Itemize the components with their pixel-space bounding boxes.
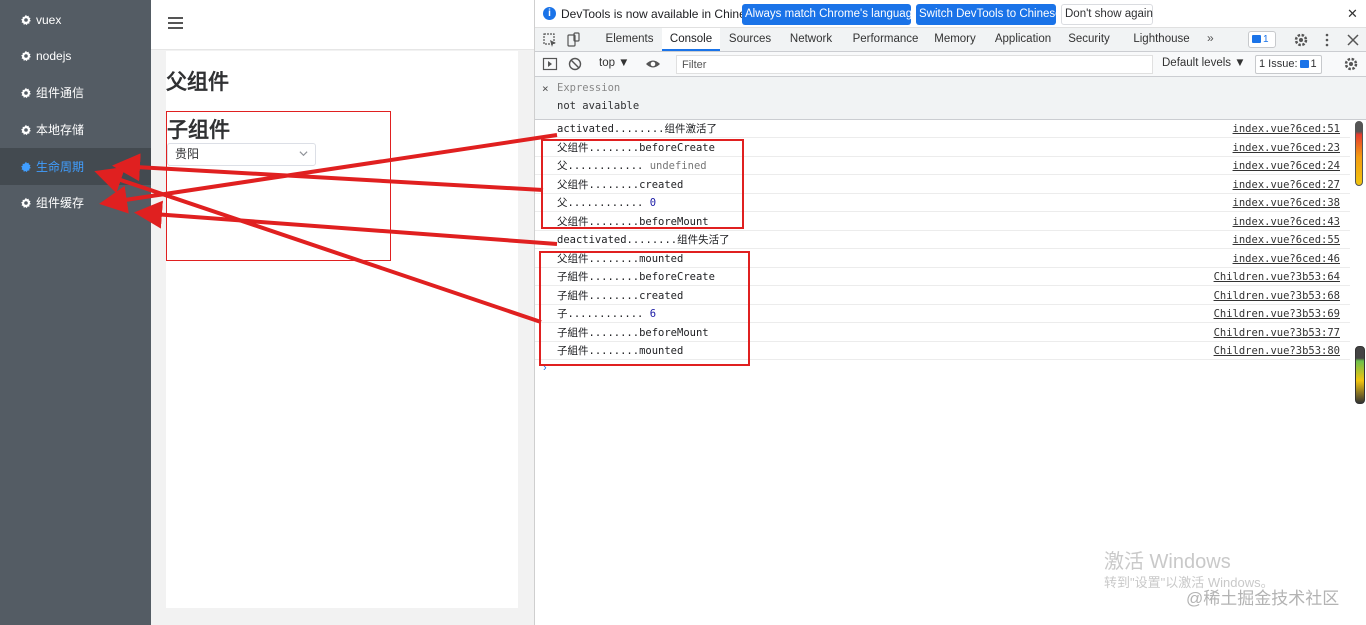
gear-icon: [21, 14, 31, 25]
context-select[interactable]: top ▼: [599, 57, 630, 69]
sidebar-item-label: 组件通信: [36, 86, 85, 100]
log-source-link[interactable]: index.vue?6ced:24: [1233, 157, 1340, 175]
clear-console-icon[interactable]: [567, 56, 583, 72]
sidebar-menu: vuex nodejs 组件通信本地存储生命周期组件缓存: [0, 0, 151, 625]
scroll-marker-top[interactable]: [1355, 121, 1363, 186]
console-settings-icon[interactable]: [1343, 56, 1359, 72]
dont-show-again-button[interactable]: Don't show again: [1061, 4, 1153, 25]
expression-value: not available: [557, 100, 640, 112]
console-log-row: deactivated........组件失活了 index.vue?6ced:5…: [535, 231, 1350, 249]
chevron-down-icon: [299, 151, 308, 157]
switch-devtools-chinese-button[interactable]: Switch DevTools to Chinese: [916, 4, 1062, 25]
settings-gear-icon[interactable]: [1293, 32, 1309, 48]
log-source-link[interactable]: index.vue?6ced:27: [1233, 176, 1340, 194]
log-source-link[interactable]: Children.vue?3b53:64: [1214, 268, 1340, 286]
log-source-link[interactable]: Children.vue?3b53:80: [1214, 342, 1340, 360]
log-source-link[interactable]: Children.vue?3b53:68: [1214, 287, 1340, 305]
hamburger-icon[interactable]: [168, 17, 183, 29]
tab-memory[interactable]: Memory: [927, 28, 983, 51]
gear-icon: [21, 87, 31, 98]
log-source-link[interactable]: Children.vue?3b53:69: [1214, 305, 1340, 323]
log-source-link[interactable]: index.vue?6ced:23: [1233, 139, 1340, 157]
annotation-box-parent-hooks: [541, 139, 744, 229]
sidebar-item-label: 组件缓存: [36, 196, 85, 210]
tab-lighthouse[interactable]: Lighthouse: [1129, 28, 1194, 51]
sidebar-item[interactable]: vuex: [0, 1, 151, 38]
console-toolbar: top ▼ Default levels ▼ 1 Issue:1: [535, 52, 1366, 77]
devtools-language-banner: i DevTools is now available in Chinese! …: [535, 0, 1366, 28]
city-select-value: 贵阳: [175, 147, 200, 161]
gear-icon: [21, 50, 31, 61]
log-source-link[interactable]: Children.vue?3b53:77: [1214, 324, 1340, 342]
expression-label[interactable]: Expression: [557, 82, 620, 94]
city-select[interactable]: 贵阳: [167, 143, 316, 166]
always-match-language-button[interactable]: Always match Chrome's language: [742, 4, 919, 25]
gear-icon: [21, 161, 31, 172]
log-source-link[interactable]: index.vue?6ced:43: [1233, 213, 1340, 231]
log-levels-dropdown[interactable]: Default levels ▼: [1162, 57, 1246, 69]
banner-text: DevTools is now available in Chinese!: [561, 7, 762, 21]
sidebar-item[interactable]: nodejs: [0, 37, 151, 74]
devtools-tab-bar: Elements Console Sources Network Performance…: [535, 28, 1366, 52]
log-source-link[interactable]: index.vue?6ced:46: [1233, 250, 1340, 268]
sidebar-item[interactable]: 组件通信: [0, 74, 151, 111]
close-devtools-icon[interactable]: [1345, 32, 1361, 48]
more-options-icon[interactable]: [1319, 32, 1335, 48]
live-expression-eye-icon[interactable]: [645, 56, 661, 72]
sidebar-item-label: 本地存储: [36, 123, 85, 137]
tab-application[interactable]: Application: [987, 28, 1059, 51]
live-expression-panel: × Expression not available: [535, 77, 1366, 120]
tab-security[interactable]: Security: [1061, 28, 1117, 51]
tab-performance[interactable]: Performance: [844, 28, 927, 51]
device-toolbar-icon[interactable]: [565, 32, 581, 48]
tab-elements[interactable]: Elements: [601, 28, 658, 51]
filter-input[interactable]: [676, 55, 1153, 74]
log-message: deactivated........组件失活了: [557, 234, 730, 246]
sidebar-item[interactable]: 生命周期: [0, 148, 151, 185]
app-header: [151, 0, 534, 50]
banner-close-icon[interactable]: ✕: [1347, 6, 1358, 22]
log-source-link[interactable]: index.vue?6ced:55: [1233, 231, 1340, 249]
sidebar-item-label: vuex: [36, 12, 62, 27]
gear-icon: [21, 124, 31, 135]
gear-icon: [21, 197, 31, 208]
log-source-link[interactable]: index.vue?6ced:51: [1233, 120, 1340, 138]
log-source-link[interactable]: index.vue?6ced:38: [1233, 194, 1340, 212]
tab-console[interactable]: Console: [662, 28, 720, 51]
windows-activation-watermark: 激活 Windows: [1104, 551, 1231, 573]
issues-badge[interactable]: 1 Issue: 1: [1255, 55, 1322, 74]
scroll-marker-bottom[interactable]: [1355, 346, 1365, 404]
parent-component-title: 父组件: [166, 71, 229, 94]
tab-network[interactable]: Network: [782, 28, 840, 51]
annotation-box-child-hooks: [539, 251, 750, 366]
messages-badge[interactable]: 1: [1248, 31, 1276, 48]
sidebar-item-label: 生命周期: [36, 160, 85, 174]
sidebar-item[interactable]: 本地存储: [0, 111, 151, 148]
child-component-title: 子组件: [167, 119, 230, 142]
remove-expression-icon[interactable]: ×: [542, 82, 549, 95]
info-icon: i: [543, 7, 556, 20]
more-tabs-icon[interactable]: »: [1207, 31, 1214, 45]
console-log-row: activated........组件激活了 index.vue?6ced:51: [535, 120, 1350, 138]
log-message: activated........组件激活了: [557, 123, 717, 135]
tab-sources[interactable]: Sources: [724, 28, 776, 51]
juejin-watermark: @稀土掘金技术社区: [1186, 589, 1340, 608]
sidebar-item[interactable]: 组件缓存: [0, 184, 151, 221]
sidebar-item-label: nodejs: [36, 48, 72, 63]
sidebar-toggle-icon[interactable]: [542, 56, 558, 72]
inspect-element-icon[interactable]: [542, 32, 558, 48]
